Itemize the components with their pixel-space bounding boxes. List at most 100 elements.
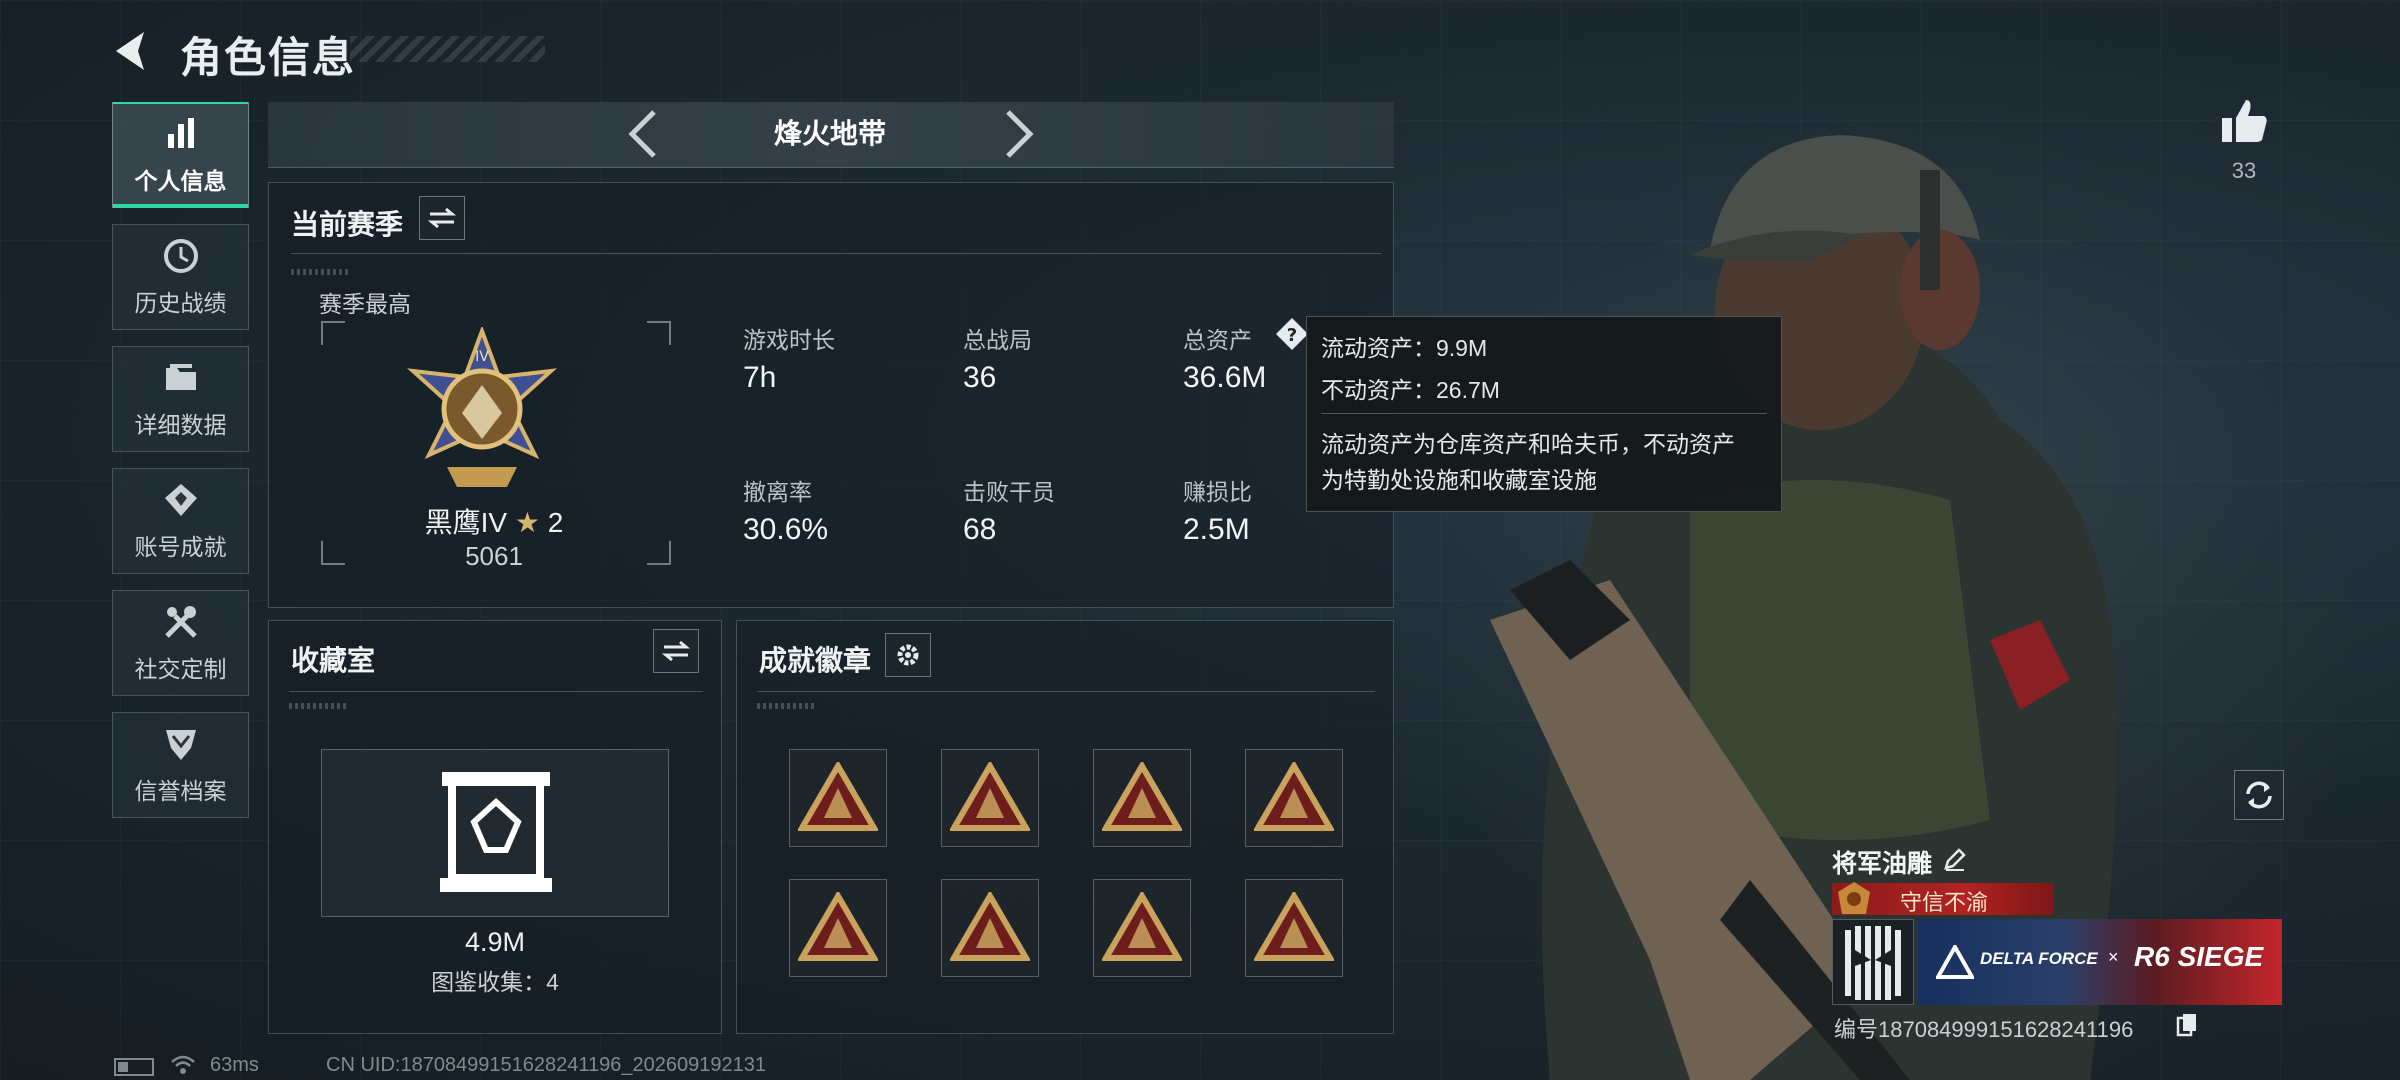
stat-label: 击败干员 bbox=[963, 479, 1055, 505]
badge-icon bbox=[798, 762, 878, 831]
frame-corner bbox=[321, 541, 345, 565]
stat-value: 7h bbox=[743, 361, 777, 394]
collection-count: 图鉴收集：4 bbox=[431, 969, 559, 995]
season-panel: 当前赛季 赛季最高 IV 黑鹰IV ★ 2 5061 游戏时长 7h 总战局 3… bbox=[268, 182, 1394, 608]
rank-stars: 2 bbox=[547, 507, 564, 538]
season-switch-button[interactable] bbox=[419, 196, 465, 240]
achievement-icon bbox=[164, 484, 197, 516]
badge-tile[interactable] bbox=[941, 879, 1039, 977]
rank-score: 5061 bbox=[465, 541, 523, 571]
folder-icon bbox=[165, 364, 196, 390]
mode-label: 烽火地带 bbox=[773, 118, 886, 149]
tooltip-fixed: 不动资产：26.7M bbox=[1321, 377, 1500, 403]
sidebar-item-detailed-data[interactable]: 详细数据 bbox=[112, 346, 249, 452]
sidebar-item-history[interactable]: 历史战绩 bbox=[112, 224, 249, 330]
badge-tile[interactable] bbox=[1245, 879, 1343, 977]
divider bbox=[1321, 413, 1767, 414]
badge-icon bbox=[798, 892, 878, 961]
decoration bbox=[757, 703, 817, 709]
tools-icon bbox=[164, 606, 197, 638]
stat-label: 撤离率 bbox=[743, 479, 812, 505]
sidebar-item-credit[interactable]: 信誉档案 bbox=[112, 712, 249, 818]
stat-label: 总资产 bbox=[1183, 327, 1252, 353]
collection-value: 4.9M bbox=[464, 927, 526, 957]
badge-tile[interactable] bbox=[789, 749, 887, 847]
pencil-icon bbox=[1944, 848, 1966, 871]
title-decoration bbox=[350, 36, 545, 62]
squad-emblem bbox=[1832, 919, 1914, 1005]
stat-value: 36 bbox=[963, 361, 997, 394]
bar-chart-icon bbox=[167, 118, 194, 148]
divider bbox=[291, 253, 1381, 254]
divider bbox=[289, 691, 703, 692]
badge-icon bbox=[950, 892, 1030, 961]
badge-icon bbox=[1102, 762, 1182, 831]
player-name: 将军油雕 bbox=[1832, 850, 1933, 878]
sidebar-item-label: 历史战绩 bbox=[134, 290, 227, 316]
collab-right: R6 SIEGE bbox=[2134, 941, 2264, 972]
asset-help-button[interactable]: ? bbox=[1275, 317, 1309, 351]
clock-icon bbox=[163, 239, 198, 273]
badge-tile[interactable] bbox=[1093, 879, 1191, 977]
sidebar-item-personal-info[interactable]: 个人信息 bbox=[112, 102, 249, 208]
badge-icon bbox=[1254, 762, 1334, 831]
collab-left: DELTA FORCE bbox=[1980, 949, 2098, 968]
back-arrow-icon bbox=[116, 32, 144, 70]
rotate-button[interactable] bbox=[2234, 770, 2284, 820]
frame-corner bbox=[321, 321, 345, 345]
like-count: 33 bbox=[2231, 158, 2257, 183]
chevron-left-icon bbox=[628, 110, 656, 158]
badge-tile[interactable] bbox=[1093, 749, 1191, 847]
stat-value: 68 bbox=[963, 513, 997, 546]
season-title: 当前赛季 bbox=[291, 209, 404, 240]
collection-title: 收藏室 bbox=[291, 645, 376, 676]
sidebar-item-label: 详细数据 bbox=[134, 412, 227, 438]
ping-label: 63ms bbox=[210, 1054, 259, 1076]
rank-emblem-icon: IV bbox=[407, 327, 557, 487]
svg-text:IV: IV bbox=[475, 349, 489, 365]
tooltip-desc-line1: 流动资产为仓库资产和哈夫币，不动资产 bbox=[1321, 431, 1735, 457]
badge-icon bbox=[950, 762, 1030, 831]
badges-title: 成就徽章 bbox=[759, 645, 872, 676]
rank-label: 黑鹰IV ★ 2 bbox=[419, 501, 569, 541]
badge-tile[interactable] bbox=[1245, 749, 1343, 847]
refresh-icon bbox=[2246, 781, 2272, 809]
badges-panel: 成就徽章 bbox=[736, 620, 1394, 1034]
display-case-icon bbox=[440, 772, 552, 892]
stat-label: 游戏时长 bbox=[743, 327, 835, 353]
star-icon: ★ bbox=[514, 507, 540, 538]
stat-label: 赚损比 bbox=[1183, 479, 1252, 505]
collection-panel: 收藏室 4.9M 图鉴收集：4 bbox=[268, 620, 722, 1034]
stat-value: 30.6% bbox=[743, 513, 829, 546]
chevron-right-icon bbox=[1006, 110, 1034, 158]
badge-icon bbox=[1102, 892, 1182, 961]
battery-icon bbox=[114, 1058, 154, 1076]
asset-tooltip: 流动资产：9.9M 不动资产：26.7M 流动资产为仓库资产和哈夫币，不动资产 … bbox=[1306, 316, 1782, 512]
sidebar-item-achievements[interactable]: 账号成就 bbox=[112, 468, 249, 574]
sidebar-item-label: 信誉档案 bbox=[134, 778, 227, 804]
mode-next-button[interactable] bbox=[998, 108, 1038, 160]
delta-force-logo-icon bbox=[1936, 945, 1974, 979]
collection-switch-button[interactable] bbox=[653, 629, 699, 673]
season-best-label: 赛季最高 bbox=[319, 291, 411, 317]
tooltip-liquid: 流动资产：9.9M bbox=[1321, 335, 1488, 361]
copy-icon bbox=[2176, 1014, 2196, 1037]
like-button[interactable] bbox=[2218, 96, 2270, 148]
back-button[interactable] bbox=[108, 26, 158, 76]
shield-icon bbox=[165, 730, 196, 760]
player-title: 守信不渝 bbox=[1900, 890, 1989, 915]
page-title: 角色信息 bbox=[180, 34, 357, 81]
badge-tile[interactable] bbox=[789, 879, 887, 977]
badges-settings-button[interactable] bbox=[885, 633, 931, 677]
mode-prev-button[interactable] bbox=[624, 108, 664, 160]
sidebar-item-label: 社交定制 bbox=[134, 656, 227, 682]
copy-id-button[interactable] bbox=[2176, 1012, 2198, 1038]
collection-preview[interactable] bbox=[321, 749, 669, 917]
sidebar-item-social[interactable]: 社交定制 bbox=[112, 590, 249, 696]
edit-name-button[interactable] bbox=[1942, 846, 1968, 872]
player-id: 编号1870849991516282411​96 bbox=[1834, 1012, 2133, 1044]
tooltip-desc-line2: 为特勤处设施和收藏室设施 bbox=[1321, 467, 1597, 493]
svg-text:?: ? bbox=[1287, 325, 1297, 346]
sidebar-item-label: 个人信息 bbox=[134, 168, 227, 194]
badge-tile[interactable] bbox=[941, 749, 1039, 847]
